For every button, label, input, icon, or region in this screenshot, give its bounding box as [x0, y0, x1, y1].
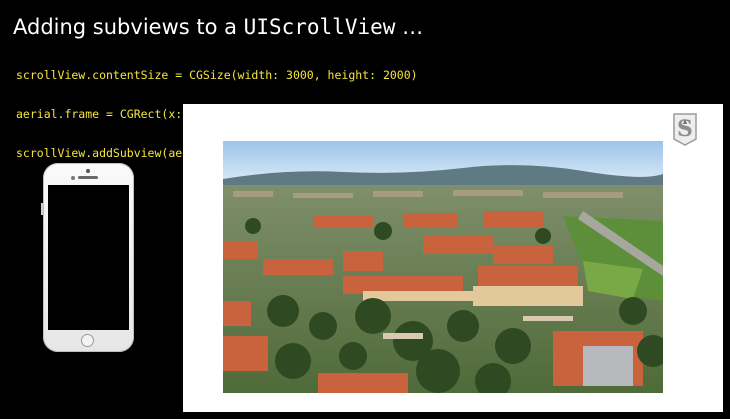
stanford-campus-aerial-photo [223, 141, 663, 393]
code-line: scrollView.contentSize = CGSize(width: 3… [16, 68, 418, 82]
slide-title: Adding subviews to a UIScrollView … [13, 14, 423, 40]
phone-screen [48, 185, 129, 330]
title-suffix: … [395, 15, 424, 39]
title-code: UIScrollView [243, 15, 396, 39]
phone-home-button [81, 334, 94, 347]
phone-camera [86, 169, 90, 173]
phone-sensor [71, 176, 75, 180]
title-prefix: Adding subviews to a [13, 15, 244, 39]
phone-speaker [78, 176, 98, 179]
phone-side-button [41, 203, 43, 215]
iphone-device-icon [41, 163, 134, 352]
stanford-logo-icon: S [673, 113, 697, 146]
